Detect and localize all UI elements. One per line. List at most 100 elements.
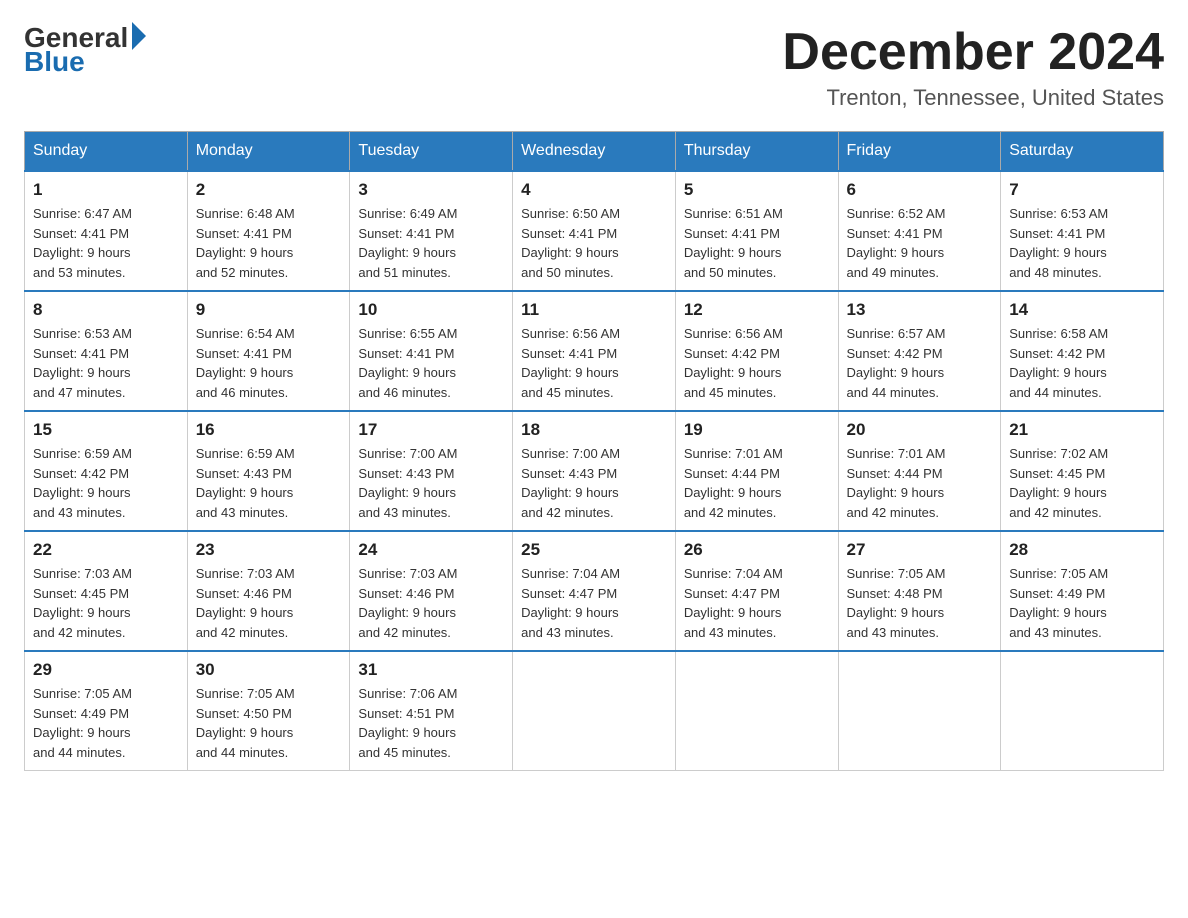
day-number: 4: [521, 180, 667, 200]
calendar-cell: 14 Sunrise: 6:58 AMSunset: 4:42 PMDayligh…: [1001, 291, 1164, 411]
day-number: 25: [521, 540, 667, 560]
day-number: 22: [33, 540, 179, 560]
calendar-cell: 6 Sunrise: 6:52 AMSunset: 4:41 PMDaylight…: [838, 171, 1001, 291]
calendar-cell: [513, 651, 676, 771]
month-year-title: December 2024: [782, 24, 1164, 81]
day-number: 21: [1009, 420, 1155, 440]
day-info: Sunrise: 7:02 AMSunset: 4:45 PMDaylight:…: [1009, 444, 1155, 522]
day-header-tuesday: Tuesday: [350, 132, 513, 172]
day-number: 2: [196, 180, 342, 200]
day-number: 31: [358, 660, 504, 680]
calendar-cell: 29Sunrise: 7:05 AMSunset: 4:49 PMDayligh…: [25, 651, 188, 771]
calendar-cell: 23Sunrise: 7:03 AMSunset: 4:46 PMDayligh…: [187, 531, 350, 651]
day-info: Sunrise: 7:01 AMSunset: 4:44 PMDaylight:…: [847, 444, 993, 522]
day-number: 6: [847, 180, 993, 200]
day-info: Sunrise: 7:04 AMSunset: 4:47 PMDaylight:…: [684, 564, 830, 642]
day-number: 9: [196, 300, 342, 320]
day-number: 8: [33, 300, 179, 320]
day-info: Sunrise: 6:59 AMSunset: 4:42 PMDaylight:…: [33, 444, 179, 522]
day-header-friday: Friday: [838, 132, 1001, 172]
day-number: 15: [33, 420, 179, 440]
day-info: Sunrise: 6:49 AMSunset: 4:41 PMDaylight:…: [358, 204, 504, 282]
calendar-cell: 5 Sunrise: 6:51 AMSunset: 4:41 PMDaylight…: [675, 171, 838, 291]
day-header-sunday: Sunday: [25, 132, 188, 172]
day-header-saturday: Saturday: [1001, 132, 1164, 172]
day-info: Sunrise: 6:48 AMSunset: 4:41 PMDaylight:…: [196, 204, 342, 282]
calendar-table: SundayMondayTuesdayWednesdayThursdayFrid…: [24, 131, 1164, 771]
day-info: Sunrise: 6:54 AMSunset: 4:41 PMDaylight:…: [196, 324, 342, 402]
day-number: 12: [684, 300, 830, 320]
day-number: 18: [521, 420, 667, 440]
day-number: 29: [33, 660, 179, 680]
day-info: Sunrise: 6:59 AMSunset: 4:43 PMDaylight:…: [196, 444, 342, 522]
day-number: 19: [684, 420, 830, 440]
day-info: Sunrise: 7:05 AMSunset: 4:48 PMDaylight:…: [847, 564, 993, 642]
day-info: Sunrise: 6:47 AMSunset: 4:41 PMDaylight:…: [33, 204, 179, 282]
calendar-cell: 11 Sunrise: 6:56 AMSunset: 4:41 PMDayligh…: [513, 291, 676, 411]
title-section: December 2024 Trenton, Tennessee, United…: [782, 24, 1164, 111]
day-number: 28: [1009, 540, 1155, 560]
calendar-cell: [838, 651, 1001, 771]
day-info: Sunrise: 6:57 AMSunset: 4:42 PMDaylight:…: [847, 324, 993, 402]
day-info: Sunrise: 6:51 AMSunset: 4:41 PMDaylight:…: [684, 204, 830, 282]
day-header-monday: Monday: [187, 132, 350, 172]
calendar-cell: 27 Sunrise: 7:05 AMSunset: 4:48 PMDayligh…: [838, 531, 1001, 651]
day-info: Sunrise: 6:56 AMSunset: 4:41 PMDaylight:…: [521, 324, 667, 402]
calendar-cell: 15 Sunrise: 6:59 AMSunset: 4:42 PMDayligh…: [25, 411, 188, 531]
calendar-cell: 31 Sunrise: 7:06 AMSunset: 4:51 PMDayligh…: [350, 651, 513, 771]
day-number: 10: [358, 300, 504, 320]
calendar-cell: 20 Sunrise: 7:01 AMSunset: 4:44 PMDayligh…: [838, 411, 1001, 531]
day-number: 5: [684, 180, 830, 200]
calendar-cell: 18Sunrise: 7:00 AMSunset: 4:43 PMDayligh…: [513, 411, 676, 531]
calendar-cell: 1Sunrise: 6:47 AMSunset: 4:41 PMDaylight…: [25, 171, 188, 291]
day-number: 11: [521, 300, 667, 320]
day-number: 23: [196, 540, 342, 560]
logo-blue-text: Blue: [24, 48, 146, 76]
day-info: Sunrise: 7:01 AMSunset: 4:44 PMDaylight:…: [684, 444, 830, 522]
calendar-cell: 12 Sunrise: 6:56 AMSunset: 4:42 PMDayligh…: [675, 291, 838, 411]
week-row-1: 1Sunrise: 6:47 AMSunset: 4:41 PMDaylight…: [25, 171, 1164, 291]
day-info: Sunrise: 6:58 AMSunset: 4:42 PMDaylight:…: [1009, 324, 1155, 402]
location-subtitle: Trenton, Tennessee, United States: [782, 85, 1164, 111]
page-header: General Blue December 2024 Trenton, Tenn…: [24, 24, 1164, 111]
day-header-thursday: Thursday: [675, 132, 838, 172]
day-info: Sunrise: 6:55 AMSunset: 4:41 PMDaylight:…: [358, 324, 504, 402]
calendar-cell: 30Sunrise: 7:05 AMSunset: 4:50 PMDayligh…: [187, 651, 350, 771]
day-number: 20: [847, 420, 993, 440]
week-row-4: 22 Sunrise: 7:03 AMSunset: 4:45 PMDayligh…: [25, 531, 1164, 651]
calendar-cell: 4 Sunrise: 6:50 AMSunset: 4:41 PMDaylight…: [513, 171, 676, 291]
calendar-cell: [1001, 651, 1164, 771]
calendar-cell: 24Sunrise: 7:03 AMSunset: 4:46 PMDayligh…: [350, 531, 513, 651]
calendar-cell: 25 Sunrise: 7:04 AMSunset: 4:47 PMDayligh…: [513, 531, 676, 651]
calendar-cell: 10 Sunrise: 6:55 AMSunset: 4:41 PMDayligh…: [350, 291, 513, 411]
day-number: 16: [196, 420, 342, 440]
day-info: Sunrise: 6:50 AMSunset: 4:41 PMDaylight:…: [521, 204, 667, 282]
logo-arrow-icon: [132, 22, 146, 50]
week-row-3: 15 Sunrise: 6:59 AMSunset: 4:42 PMDayligh…: [25, 411, 1164, 531]
day-header-wednesday: Wednesday: [513, 132, 676, 172]
day-number: 27: [847, 540, 993, 560]
logo: General Blue: [24, 24, 146, 76]
calendar-cell: 26Sunrise: 7:04 AMSunset: 4:47 PMDayligh…: [675, 531, 838, 651]
calendar-cell: 28Sunrise: 7:05 AMSunset: 4:49 PMDayligh…: [1001, 531, 1164, 651]
day-info: Sunrise: 7:05 AMSunset: 4:50 PMDaylight:…: [196, 684, 342, 762]
day-number: 14: [1009, 300, 1155, 320]
calendar-cell: 22 Sunrise: 7:03 AMSunset: 4:45 PMDayligh…: [25, 531, 188, 651]
calendar-cell: 7Sunrise: 6:53 AMSunset: 4:41 PMDaylight…: [1001, 171, 1164, 291]
calendar-cell: 21 Sunrise: 7:02 AMSunset: 4:45 PMDayligh…: [1001, 411, 1164, 531]
calendar-cell: 19 Sunrise: 7:01 AMSunset: 4:44 PMDayligh…: [675, 411, 838, 531]
day-info: Sunrise: 6:56 AMSunset: 4:42 PMDaylight:…: [684, 324, 830, 402]
calendar-cell: 13 Sunrise: 6:57 AMSunset: 4:42 PMDayligh…: [838, 291, 1001, 411]
day-info: Sunrise: 6:53 AMSunset: 4:41 PMDaylight:…: [33, 324, 179, 402]
calendar-cell: 2 Sunrise: 6:48 AMSunset: 4:41 PMDaylight…: [187, 171, 350, 291]
calendar-cell: 8 Sunrise: 6:53 AMSunset: 4:41 PMDaylight…: [25, 291, 188, 411]
day-info: Sunrise: 7:06 AMSunset: 4:51 PMDaylight:…: [358, 684, 504, 762]
day-number: 13: [847, 300, 993, 320]
day-info: Sunrise: 7:04 AMSunset: 4:47 PMDaylight:…: [521, 564, 667, 642]
day-info: Sunrise: 7:03 AMSunset: 4:45 PMDaylight:…: [33, 564, 179, 642]
calendar-cell: 17Sunrise: 7:00 AMSunset: 4:43 PMDayligh…: [350, 411, 513, 531]
day-info: Sunrise: 6:53 AMSunset: 4:41 PMDaylight:…: [1009, 204, 1155, 282]
day-info: Sunrise: 6:52 AMSunset: 4:41 PMDaylight:…: [847, 204, 993, 282]
day-number: 3: [358, 180, 504, 200]
calendar-cell: 3 Sunrise: 6:49 AMSunset: 4:41 PMDaylight…: [350, 171, 513, 291]
